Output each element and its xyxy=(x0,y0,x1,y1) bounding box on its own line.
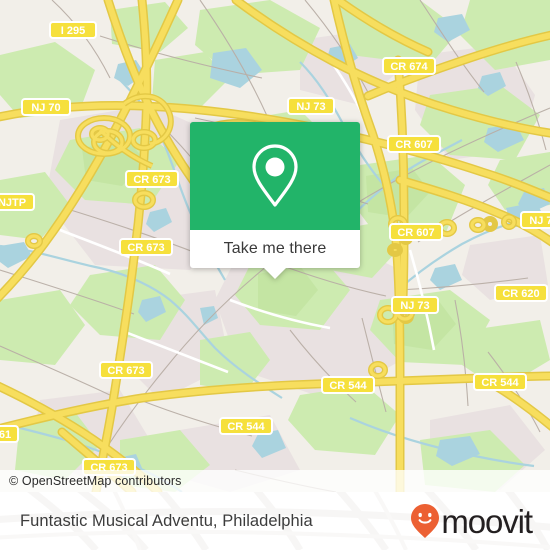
route-shield-label: NJTP xyxy=(0,197,26,209)
moovit-wordmark: moovit xyxy=(441,502,533,540)
map-pin-icon xyxy=(252,144,298,207)
moovit-map-screenshot: I 295 NJ 70 NJTP CR 673 CR 673 CR 673 CR 673 CR… xyxy=(0,0,550,550)
place-name-label: Funtastic Musical Adventu, Philadelphia xyxy=(20,511,313,530)
moovit-smiley-pin-icon xyxy=(411,504,440,538)
route-shield: CR 607 xyxy=(387,135,441,153)
route-shield-label: NJ 73 xyxy=(296,101,325,113)
route-shield: I 295 xyxy=(49,21,97,39)
route-shield-label: CR 673 xyxy=(133,174,170,186)
route-shield-label: CR 607 xyxy=(395,139,432,151)
route-shield: NJTP xyxy=(0,193,35,211)
route-shield: CR 544 xyxy=(473,373,527,391)
popup-card-footer[interactable]: Take me there xyxy=(190,230,360,279)
route-shield: NJ 70 xyxy=(520,211,550,229)
route-shield-label: I 295 xyxy=(61,25,85,37)
map-popup-card[interactable]: Take me there xyxy=(190,122,360,279)
route-shield: NJ 70 xyxy=(21,98,71,116)
moovit-brand[interactable]: moovit xyxy=(410,503,550,539)
route-shield: CR 544 xyxy=(321,376,375,394)
route-shield: NJ 73 xyxy=(287,97,335,115)
route-shield-label: NJ 73 xyxy=(400,300,429,312)
route-shield: CR 673 xyxy=(119,238,173,256)
bottom-info-bar: Funtastic Musical Adventu, Philadelphia … xyxy=(0,492,550,550)
route-shield: CR 674 xyxy=(382,57,436,75)
route-shield: NJ 73 xyxy=(391,296,439,314)
route-shield-label: CR 673 xyxy=(127,242,164,254)
route-shield: CR 673 xyxy=(99,361,153,379)
route-shield-label: CR 544 xyxy=(329,380,367,392)
route-shield-label: CR 620 xyxy=(502,288,539,300)
osm-attribution-text[interactable]: © OpenStreetMap contributors xyxy=(0,474,182,488)
route-shield-label: CR 673 xyxy=(107,365,144,377)
route-shield-label: CR 674 xyxy=(390,61,428,73)
route-shield-label: CR 607 xyxy=(397,227,434,239)
route-shield: CR 620 xyxy=(494,284,548,302)
route-shield: CR 673 xyxy=(125,170,179,188)
popup-card-header xyxy=(190,122,360,230)
map-attribution-bar: © OpenStreetMap contributors xyxy=(0,470,550,492)
route-shield-label: CR 544 xyxy=(481,377,519,389)
take-me-there-label: Take me there xyxy=(223,240,327,257)
route-shield: 61 xyxy=(0,425,19,443)
popup-tail-pointer xyxy=(264,268,286,279)
route-shield-label: CR 544 xyxy=(227,421,265,433)
route-shield: CR 544 xyxy=(219,417,273,435)
route-shield: CR 607 xyxy=(389,223,443,241)
route-shield-label: NJ 70 xyxy=(31,102,60,114)
route-shield-label: NJ 70 xyxy=(529,215,550,227)
route-shield-label: 61 xyxy=(0,429,11,441)
